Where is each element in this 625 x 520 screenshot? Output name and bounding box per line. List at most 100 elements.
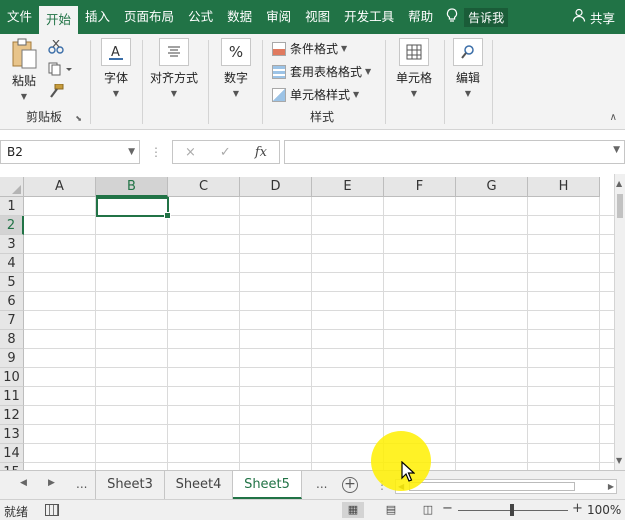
cell-styles-button[interactable]: 单元格样式 ▼ <box>272 86 359 103</box>
scroll-up-icon[interactable]: ▲ <box>616 179 622 188</box>
insert-function-icon[interactable]: fx <box>255 145 267 160</box>
menu-page-layout[interactable]: 页面布局 <box>117 0 181 34</box>
hscroll-thumb[interactable] <box>409 482 575 491</box>
row-header-6[interactable]: 6 <box>0 292 24 311</box>
menu-developer[interactable]: 开发工具 <box>337 0 401 34</box>
row-header-7[interactable]: 7 <box>0 311 24 330</box>
formula-input[interactable]: ▼ <box>284 140 625 164</box>
scroll-down-icon[interactable]: ▼ <box>616 456 622 465</box>
paste-label: 粘贴 <box>11 74 36 88</box>
number-button[interactable]: % 数字 ▼ <box>216 38 256 98</box>
enter-icon[interactable]: ✓ <box>220 145 231 160</box>
zoom-level[interactable]: 100% <box>587 503 621 517</box>
column-header-f[interactable]: F <box>384 177 456 197</box>
menu-file[interactable]: 文件 <box>0 0 39 34</box>
font-button[interactable]: A 字体 ▼ <box>96 38 136 98</box>
alignment-button[interactable]: 对齐方式 ▼ <box>146 38 202 98</box>
formula-buttons: × ✓ fx <box>172 140 280 164</box>
share-button[interactable]: 共享 <box>572 8 615 27</box>
row-header-13[interactable]: 13 <box>0 425 24 444</box>
row-header-15[interactable]: 15 <box>0 463 24 470</box>
lightbulb-icon <box>446 7 458 27</box>
row-header-10[interactable]: 10 <box>0 368 24 387</box>
conditional-format-button[interactable]: 条件格式 ▼ <box>272 40 347 57</box>
copy-icon[interactable] <box>48 62 72 79</box>
cancel-icon[interactable]: × <box>185 145 196 160</box>
percent-icon: % <box>221 38 251 66</box>
menu-view[interactable]: 视图 <box>298 0 337 34</box>
row-header-9[interactable]: 9 <box>0 349 24 368</box>
more-sheets-right[interactable]: ... <box>316 477 327 491</box>
row-header-3[interactable]: 3 <box>0 235 24 254</box>
row-header-4[interactable]: 4 <box>0 254 24 273</box>
column-header-b[interactable]: B <box>96 177 168 197</box>
brush-icon[interactable] <box>48 83 64 101</box>
macro-record-icon[interactable] <box>45 504 59 516</box>
tab-sheet4[interactable]: Sheet4 <box>165 471 233 499</box>
editing-button[interactable]: 编辑 ▼ <box>450 38 486 98</box>
cell-area[interactable] <box>24 197 615 470</box>
sheet-tab-bar: ◀ ▶ ... Sheet3 Sheet4 Sheet5 ... + ⋮ ◀ ▶ <box>0 470 625 499</box>
cells-button[interactable]: 单元格 ▼ <box>392 38 436 98</box>
menu-review[interactable]: 审阅 <box>259 0 298 34</box>
tell-me-search[interactable]: 告诉我 <box>446 7 509 27</box>
ribbon-divider <box>90 40 91 124</box>
svg-text:A: A <box>111 45 120 60</box>
row-header-11[interactable]: 11 <box>0 387 24 406</box>
zoom-out-icon[interactable]: − <box>442 501 453 516</box>
normal-view-icon[interactable]: ▦ <box>342 502 364 518</box>
splitter-dots-icon[interactable]: ⋮ <box>150 145 162 159</box>
chevron-down-icon[interactable]: ▼ <box>613 145 620 155</box>
vertical-scrollbar[interactable]: ▲ ▼ <box>614 174 625 470</box>
ribbon: 粘贴 ▼ 剪贴板 ⬊ A 字体 ▼ 对齐方式 ▼ % 数字 ▼ 条件格式 ▼ 套… <box>0 34 625 130</box>
column-header-e[interactable]: E <box>312 177 384 197</box>
row-header-12[interactable]: 12 <box>0 406 24 425</box>
alignment-label: 对齐方式 <box>149 71 198 85</box>
row-header-8[interactable]: 8 <box>0 330 24 349</box>
column-header-h[interactable]: H <box>528 177 600 197</box>
cell-styles-label: 单元格样式 <box>290 88 351 102</box>
plus-circle-icon[interactable]: + <box>342 477 358 493</box>
menu-formulas[interactable]: 公式 <box>181 0 220 34</box>
paste-button[interactable]: 粘贴 ▼ <box>8 38 40 101</box>
table-grid-icon <box>399 38 429 66</box>
page-layout-view-icon[interactable]: ▤ <box>380 502 402 518</box>
mouse-cursor-icon <box>401 460 416 486</box>
more-sheets-left[interactable]: ... <box>76 477 87 491</box>
select-all-button[interactable] <box>0 177 24 197</box>
zoom-slider-handle[interactable] <box>510 504 514 516</box>
scroll-thumb[interactable] <box>617 194 623 218</box>
chevron-down-icon[interactable]: ▼ <box>128 141 135 163</box>
cells-label: 单元格 <box>395 71 432 85</box>
menu-home[interactable]: 开始 <box>39 6 79 34</box>
collapse-ribbon-icon[interactable]: ∧ <box>610 112 617 123</box>
next-sheet-icon[interactable]: ▶ <box>48 478 55 488</box>
zoom-in-icon[interactable]: + <box>572 501 583 516</box>
menu-insert[interactable]: 插入 <box>78 0 117 34</box>
tab-sheet3[interactable]: Sheet3 <box>95 471 165 499</box>
scissors-icon[interactable] <box>48 39 64 57</box>
row-header-14[interactable]: 14 <box>0 444 24 463</box>
column-header-a[interactable]: A <box>24 177 96 197</box>
menu-data[interactable]: 数据 <box>220 0 259 34</box>
scroll-right-icon[interactable]: ▶ <box>608 482 614 491</box>
horizontal-scrollbar[interactable]: ◀ ▶ <box>395 479 617 494</box>
menu-bar: 文件 开始 插入 页面布局 公式 数据 审阅 视图 开发工具 帮助 告诉我 共享 <box>0 0 625 34</box>
row-header-5[interactable]: 5 <box>0 273 24 292</box>
page-break-view-icon[interactable]: ◫ <box>417 502 439 518</box>
format-as-table-button[interactable]: 套用表格格式 ▼ <box>272 63 371 80</box>
row-header-2[interactable]: 2 <box>0 216 24 235</box>
name-box[interactable]: B2 ▼ <box>0 140 140 164</box>
styles-group: 条件格式 ▼ 套用表格格式 ▼ 单元格样式 ▼ 样式 <box>262 34 382 130</box>
column-header-d[interactable]: D <box>240 177 312 197</box>
dialog-launcher-icon[interactable]: ⬊ <box>75 114 82 123</box>
tab-sheet5[interactable]: Sheet5 <box>233 471 302 499</box>
conditional-format-icon <box>272 41 286 56</box>
worksheet-grid[interactable]: ABCDEFGH 123456789101112131415 ▲ ▼ <box>0 174 625 470</box>
menu-help[interactable]: 帮助 <box>401 0 440 34</box>
column-header-c[interactable]: C <box>168 177 240 197</box>
row-header-1[interactable]: 1 <box>0 197 24 216</box>
column-header-g[interactable]: G <box>456 177 528 197</box>
active-cell-b2[interactable] <box>96 197 171 219</box>
prev-sheet-icon[interactable]: ◀ <box>20 478 27 488</box>
